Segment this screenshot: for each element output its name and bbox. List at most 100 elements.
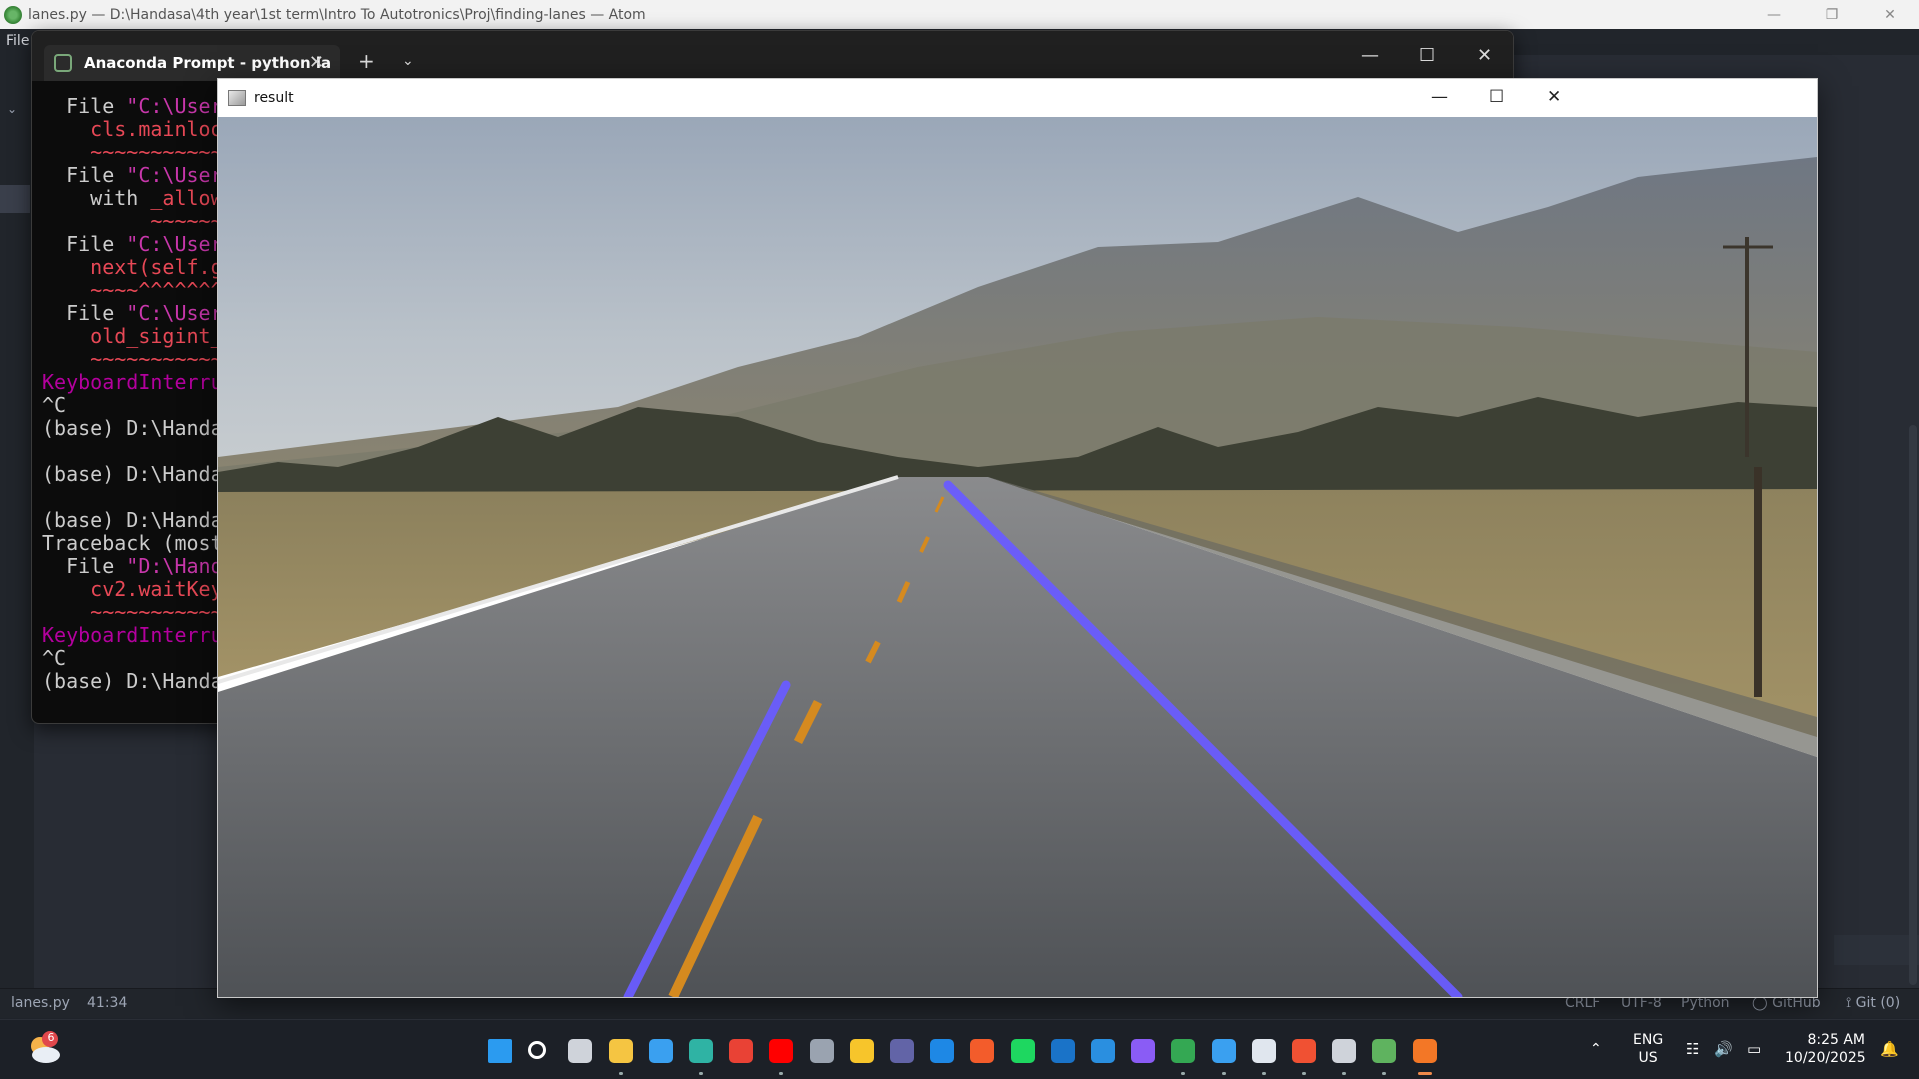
terminal-line-path: "C:\User: [126, 232, 223, 256]
weather-widget[interactable]: 6: [26, 1030, 62, 1066]
vscode-icon[interactable]: [1091, 1039, 1115, 1063]
windows-start-icon[interactable]: [488, 1039, 512, 1063]
terminal-line-text: File: [42, 554, 127, 578]
terminal-line-text: ~~~~~~~~~~~~: [42, 600, 235, 624]
obsidian-icon[interactable]: [1131, 1039, 1155, 1063]
tree-selected-item[interactable]: [0, 185, 30, 213]
result-maximize-button[interactable]: ☐: [1489, 87, 1504, 107]
edge-icon[interactable]: [689, 1039, 713, 1063]
terminal-line-text: Traceback (most: [42, 531, 223, 555]
atom-logo-icon: [4, 5, 22, 24]
running-indicator: [699, 1072, 703, 1075]
terminal-line: cls.mainloo: [42, 118, 235, 141]
close-tab-icon[interactable]: ✕: [309, 52, 324, 73]
whiteboard-icon[interactable]: [1252, 1039, 1276, 1063]
remote-desktop-icon[interactable]: [1212, 1039, 1236, 1063]
terminal-line-path: "D:\Hand: [126, 554, 223, 578]
terminal-line: File "C:\User: [42, 302, 235, 325]
chrome-icon[interactable]: [729, 1039, 753, 1063]
status-file-name[interactable]: lanes.py: [11, 995, 70, 1011]
terminal-line-text: cls.mainloo: [42, 117, 223, 141]
clock-date: 10/20/2025: [1785, 1050, 1866, 1066]
atom-titlebar: lanes.py — D:\Handasa\4th year\1st term\…: [0, 0, 1919, 29]
status-cursor-position[interactable]: 41:34: [87, 995, 127, 1011]
jupyter-icon[interactable]: [1413, 1039, 1437, 1063]
running-indicator: [1418, 1072, 1432, 1075]
terminal-line-text: (base) D:\Handa: [42, 669, 223, 693]
terminal-line: ~~~~~~: [42, 210, 235, 233]
spotify-icon[interactable]: [1011, 1039, 1035, 1063]
terminal-close-button[interactable]: ✕: [1477, 45, 1492, 66]
file-explorer-icon[interactable]: [609, 1039, 633, 1063]
editor-scrollbar[interactable]: [1909, 425, 1917, 985]
terminal-line-text: (base) D:\Handa: [42, 508, 223, 532]
terminal-line-text: (base) D:\Handa: [42, 416, 223, 440]
chevron-down-icon[interactable]: ⌄: [402, 53, 414, 69]
outlook-icon[interactable]: [1051, 1039, 1075, 1063]
youtube-icon[interactable]: [769, 1039, 793, 1063]
atom-icon[interactable]: [1372, 1039, 1396, 1063]
terminal-line: (base) D:\Handa: [42, 509, 235, 532]
terminal-line-path: "C:\User: [126, 94, 223, 118]
atom-window-controls: — ❐ ✕: [1745, 0, 1919, 29]
terminal-line-text: ^C: [42, 393, 67, 417]
terminal-tab[interactable]: Anaconda Prompt - python la ✕: [44, 45, 340, 81]
google-keep-icon[interactable]: [850, 1039, 874, 1063]
running-indicator: [1222, 1072, 1226, 1075]
close-button[interactable]: ✕: [1861, 0, 1919, 29]
teams-icon[interactable]: [890, 1039, 914, 1063]
running-indicator: [1262, 1072, 1266, 1075]
terminal-line: ~~~~~~~~~~~~: [42, 601, 235, 624]
git-branch-icon: ⟟: [1846, 995, 1852, 1011]
result-minimize-button[interactable]: —: [1431, 87, 1448, 107]
result-window-title: result: [254, 90, 294, 106]
clock[interactable]: 8:25 AM 10/20/2025: [1785, 1031, 1866, 1067]
anaconda-icon: [54, 54, 72, 72]
hexagon-app-icon[interactable]: [810, 1039, 834, 1063]
menu-file[interactable]: File: [6, 33, 29, 49]
status-git[interactable]: ⟟ Git (0): [1846, 995, 1900, 1011]
chevron-down-icon[interactable]: ⌄: [7, 102, 17, 116]
terminal-line-text: cv2.waitKey: [42, 577, 223, 601]
result-close-button[interactable]: ✕: [1547, 87, 1561, 107]
restore-button[interactable]: ❐: [1803, 0, 1861, 29]
terminal-line: cv2.waitKey: [42, 578, 235, 601]
result-window[interactable]: result — ☐ ✕: [217, 78, 1818, 998]
wifi-icon[interactable]: ☷: [1686, 1040, 1699, 1058]
terminal-icon[interactable]: [1332, 1039, 1356, 1063]
terminal-line-text: File: [42, 163, 127, 187]
microsoft-store-icon[interactable]: [649, 1039, 673, 1063]
terminal-line-text: File: [42, 301, 127, 325]
notifications-icon[interactable]: 🔔: [1880, 1040, 1899, 1058]
new-tab-icon[interactable]: +: [358, 49, 375, 73]
editor-cursor-line: [1834, 935, 1919, 965]
terminal-line: next(self.g: [42, 256, 235, 279]
terminal-tab-title: Anaconda Prompt - python la: [84, 54, 332, 72]
terminal-maximize-button[interactable]: ☐: [1419, 45, 1435, 66]
terminal-line: File "C:\User: [42, 233, 235, 256]
terminal-line-path: _allow: [150, 186, 223, 210]
language-indicator[interactable]: ENG US: [1633, 1031, 1663, 1067]
volume-icon[interactable]: 🔊: [1714, 1040, 1733, 1058]
terminal-line: File "C:\User: [42, 164, 235, 187]
terminal-line: Traceback (most: [42, 532, 235, 555]
terminal-line: ^C: [42, 394, 235, 417]
brave-icon[interactable]: [970, 1039, 994, 1063]
search-icon[interactable]: [528, 1041, 546, 1059]
terminal-line: KeyboardInterru: [42, 371, 235, 394]
task-view-icon[interactable]: [568, 1039, 592, 1063]
terminal-output[interactable]: File "C:\User cls.mainloo ~~~~~~~~~~~~ F…: [42, 95, 235, 693]
terminal-minimize-button[interactable]: —: [1361, 45, 1379, 66]
minimize-button[interactable]: —: [1745, 0, 1803, 29]
show-hidden-icons-chevron-up-icon[interactable]: ⌃: [1590, 1040, 1602, 1058]
terminal-line: ~~~~^^^^^^^: [42, 279, 235, 302]
battery-icon[interactable]: ▭: [1747, 1040, 1761, 1058]
todo-app-icon[interactable]: [930, 1039, 954, 1063]
terminal-line: ~~~~~~~~~~~~: [42, 348, 235, 371]
result-titlebar: result — ☐ ✕: [218, 79, 1817, 117]
chrome-profile-icon[interactable]: [1171, 1039, 1195, 1063]
terminal-line: ~~~~~~~~~~~~: [42, 141, 235, 164]
git-icon[interactable]: [1292, 1039, 1316, 1063]
opencv-window-icon: [228, 90, 246, 106]
